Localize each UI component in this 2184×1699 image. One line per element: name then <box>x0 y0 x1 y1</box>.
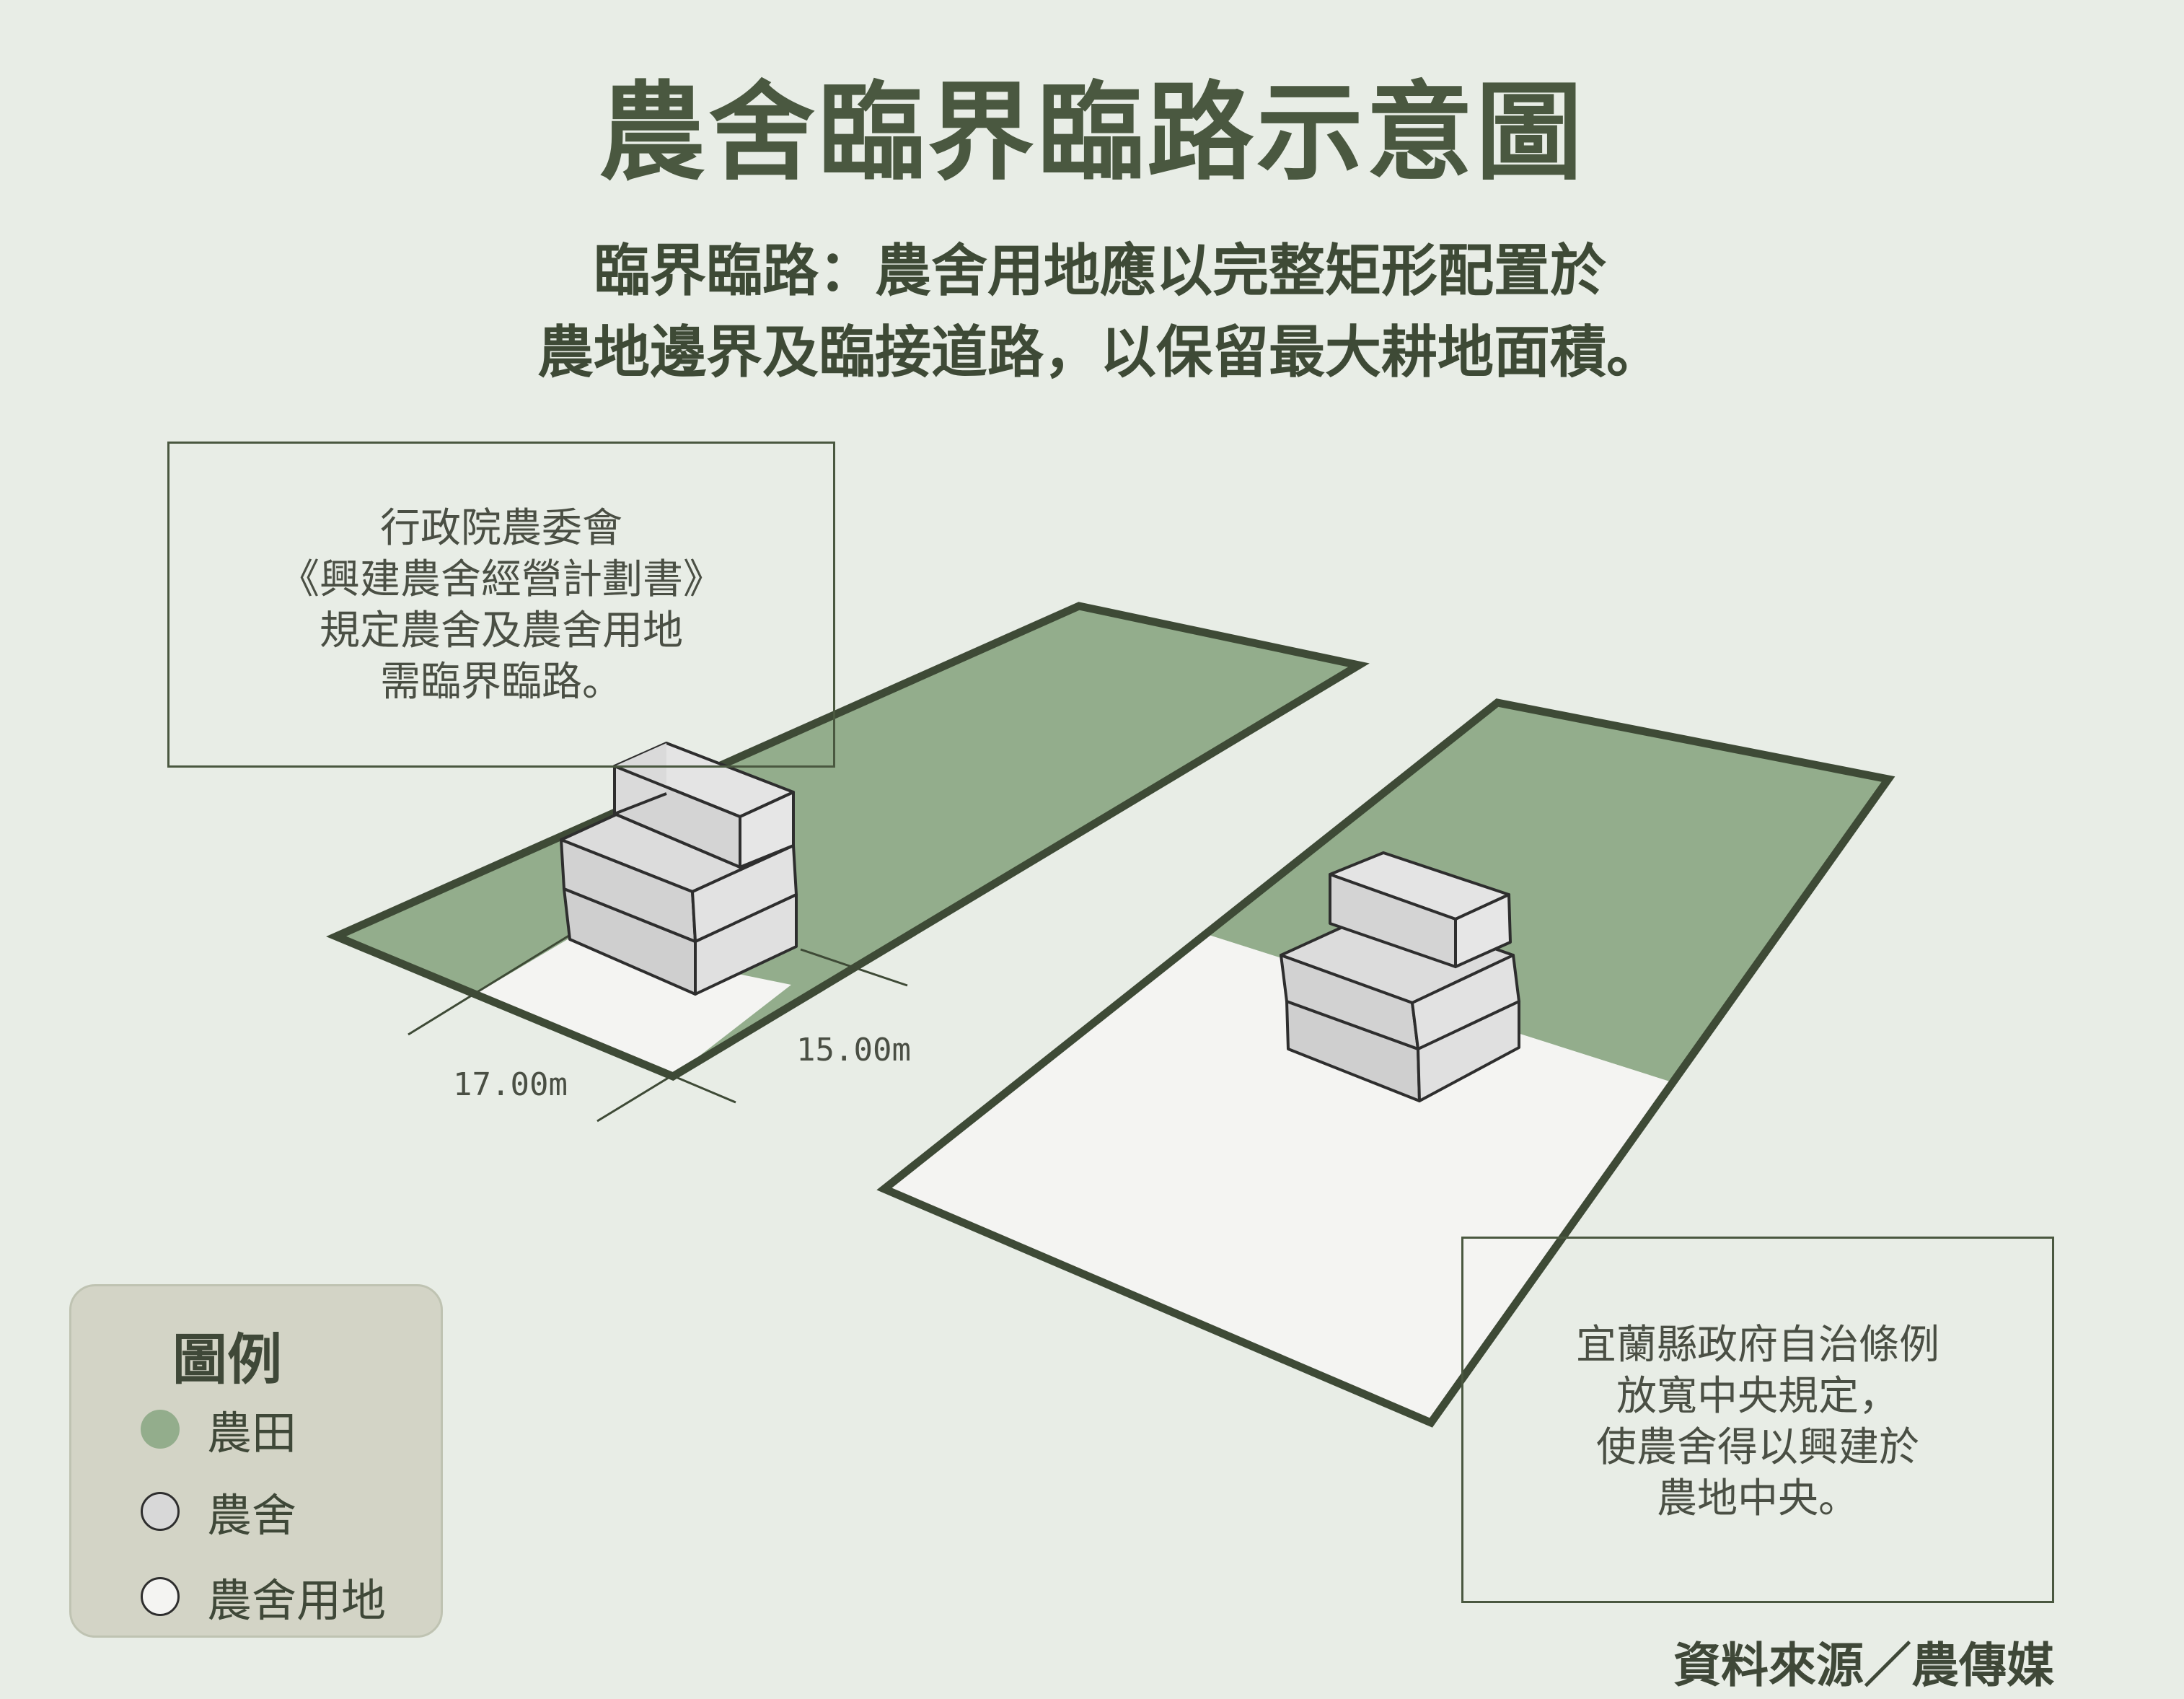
left-regulation-note: 行政院農委會 《興建農舍經營計劃書》 規定農舍及農舍用地 需臨界臨路。 <box>167 442 835 768</box>
note-line: 宜蘭縣政府自治條例 <box>1576 1322 1939 1369</box>
legend: 圖例 農田 農舍 農舍用地 <box>69 1284 443 1638</box>
legend-label: 農舍 <box>207 1489 297 1542</box>
house-site-swatch <box>141 1577 180 1616</box>
note-line: 農地中央。 <box>1657 1475 1859 1523</box>
house-swatch <box>141 1492 180 1531</box>
dimension-width-label: 17.00m <box>453 1066 568 1103</box>
right-regulation-note: 宜蘭縣政府自治條例 放寬中央規定， 使農舍得以興建於 農地中央。 <box>1461 1237 2054 1603</box>
legend-item-farmland: 農田 <box>141 1407 296 1459</box>
legend-item-house-site: 農舍用地 <box>141 1574 386 1627</box>
note-line: 放寬中央規定， <box>1616 1373 1899 1421</box>
legend-label: 農田 <box>207 1407 297 1459</box>
legend-label: 農舍用地 <box>207 1574 387 1627</box>
legend-item-house: 農舍 <box>141 1489 296 1542</box>
note-line: 行政院農委會 <box>380 505 622 552</box>
farmland-swatch <box>141 1410 180 1449</box>
note-line: 需臨界臨路。 <box>380 659 622 706</box>
note-line: 使農舍得以興建於 <box>1596 1424 1919 1472</box>
source-credit: 資料來源／農傳媒 <box>1673 1638 2054 1693</box>
legend-title: 圖例 <box>172 1327 282 1392</box>
note-line: 規定農舍及農舍用地 <box>320 607 683 655</box>
note-line: 《興建農舍經營計劃書》 <box>279 556 723 604</box>
dimension-depth-label: 15.00m <box>796 1032 911 1068</box>
